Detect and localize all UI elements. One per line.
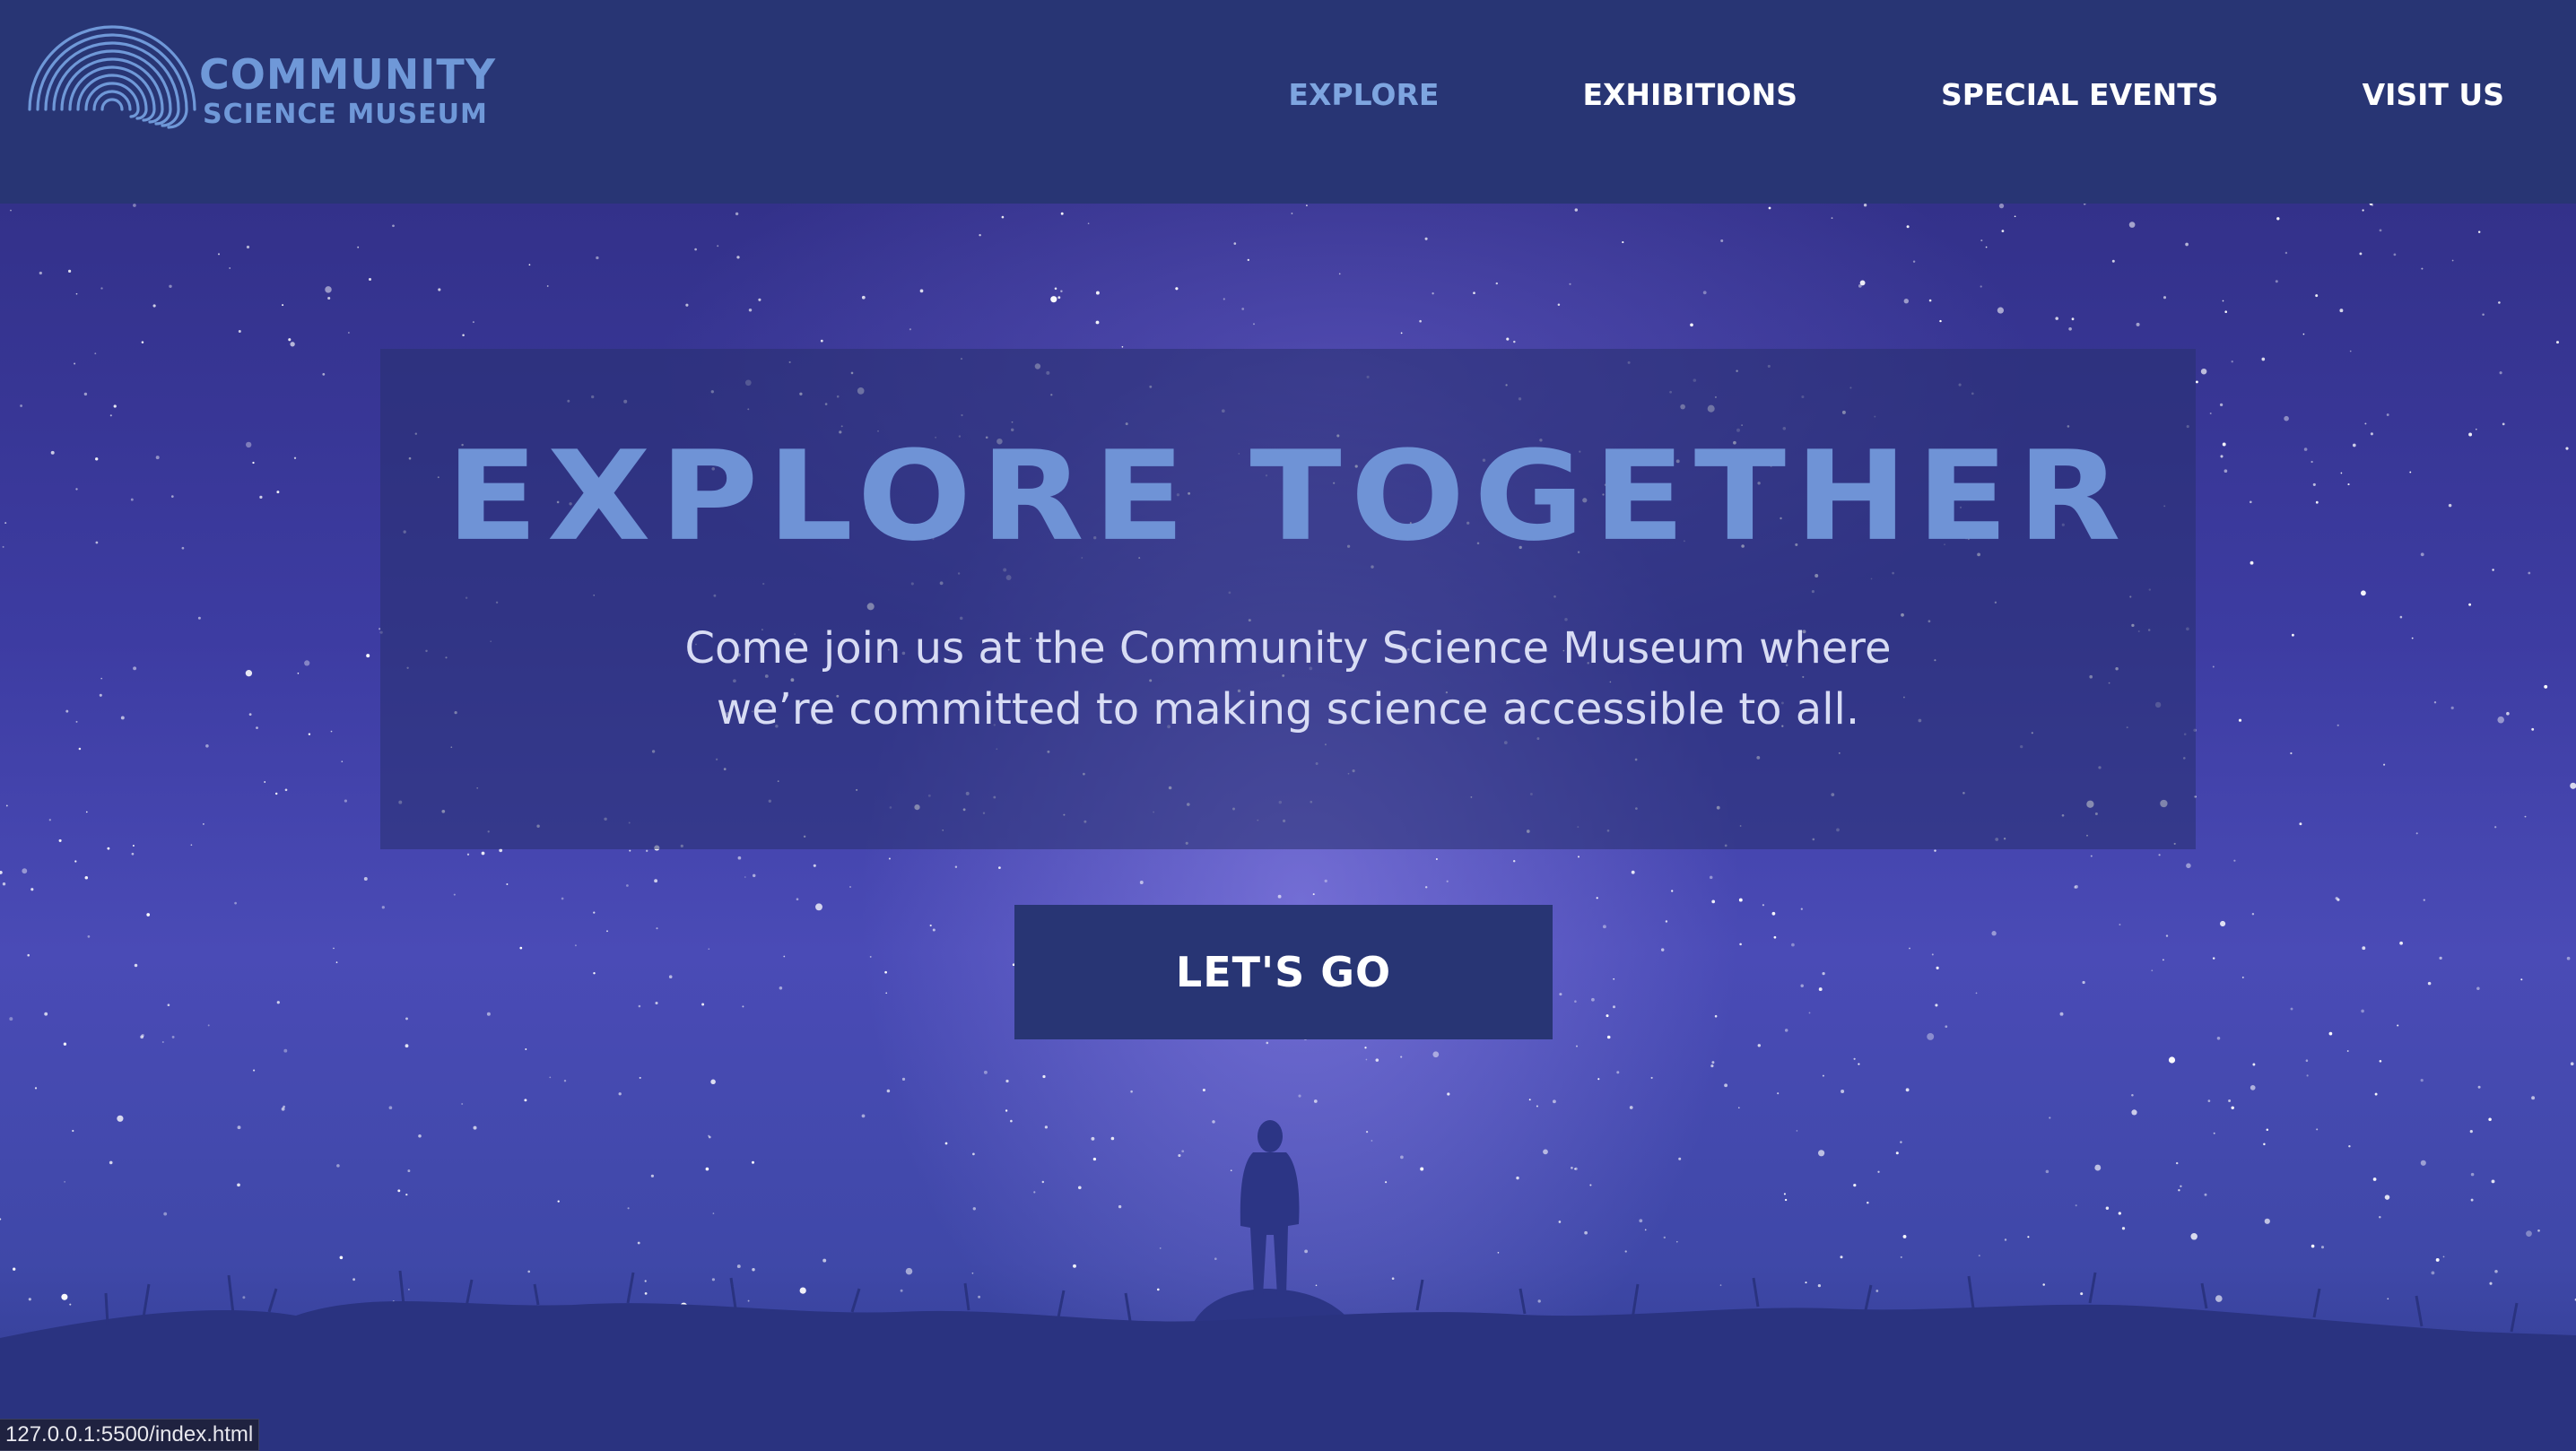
hero-headline: EXPLORE TOGETHER xyxy=(446,424,2130,569)
logo-title: COMMUNITY xyxy=(199,50,497,99)
nav-explore[interactable]: EXPLORE xyxy=(1288,77,1439,112)
headline-panel: EXPLORE TOGETHER Come join us at the Com… xyxy=(380,349,2196,849)
site-header: COMMUNITY SCIENCE MUSEUM EXPLORE EXHIBIT… xyxy=(0,0,2576,204)
site-logo[interactable]: COMMUNITY SCIENCE MUSEUM xyxy=(27,23,497,140)
logo-subtitle: SCIENCE MUSEUM xyxy=(203,99,488,130)
hero-subtext-line-2: we’re committed to making science access… xyxy=(716,684,1860,734)
hero-subtext-line-1: Come join us at the Community Science Mu… xyxy=(684,623,1892,673)
status-bar-url: 127.0.0.1:5500/index.html xyxy=(0,1419,260,1451)
nav-special-events[interactable]: SPECIAL EVENTS xyxy=(1941,77,2219,112)
hero-subtext: Come join us at the Community Science Mu… xyxy=(380,618,2196,740)
concentric-arcs-logo-icon xyxy=(28,25,196,129)
lets-go-button[interactable]: LET'S GO xyxy=(1014,905,1553,1039)
hero-section: EXPLORE TOGETHER Come join us at the Com… xyxy=(0,204,2576,1451)
nav-visit-us[interactable]: VISIT US xyxy=(2363,77,2504,112)
nav-exhibitions[interactable]: EXHIBITIONS xyxy=(1582,77,1797,112)
main-nav: EXPLORE EXHIBITIONS SPECIAL EVENTS VISIT… xyxy=(1288,72,2504,117)
